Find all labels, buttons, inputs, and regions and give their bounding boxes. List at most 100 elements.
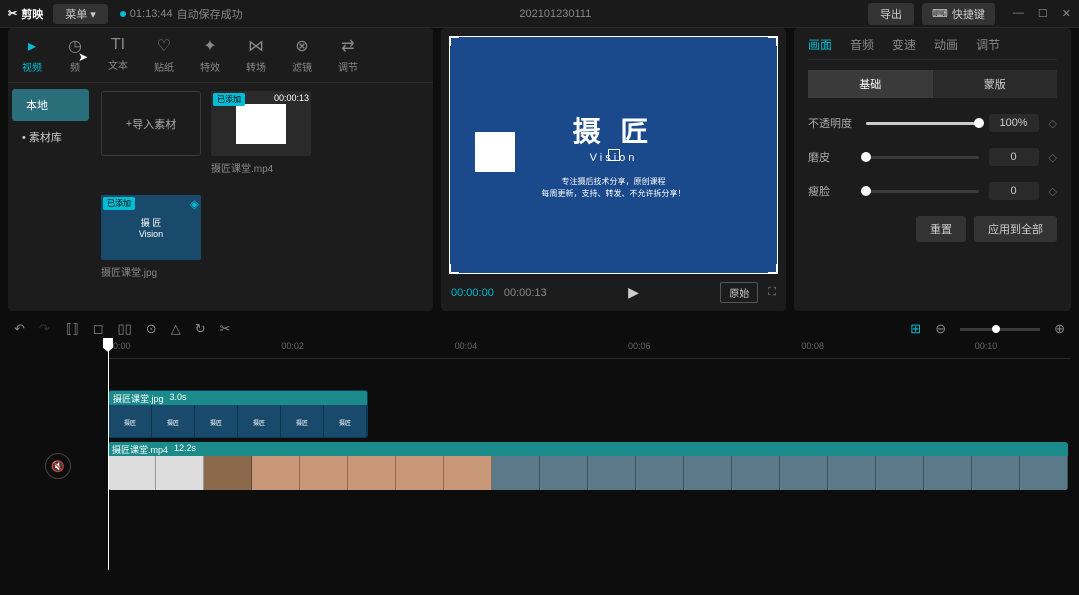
subtab-basic[interactable]: 基础 <box>808 70 933 98</box>
frame-button[interactable]: ▯▯ <box>117 321 131 337</box>
titlebar: ✂ 剪映 菜单 ▾ 01:13:44 自动保存成功 202101230111 导… <box>0 0 1079 28</box>
ruler-mark: 00:04 <box>455 341 478 351</box>
save-status: 01:13:44 自动保存成功 <box>120 6 243 22</box>
clip-image[interactable]: 摄匠课堂.jpg3.0s 摄匠摄匠摄匠摄匠摄匠摄匠 <box>108 390 368 438</box>
ruler-mark: 00:10 <box>975 341 998 351</box>
preview-logo: 摄 匠 <box>573 110 655 150</box>
props-tab-picture[interactable]: 画面 <box>808 36 832 53</box>
tab-video[interactable]: ▸视频 <box>18 34 46 76</box>
mute-button[interactable]: 🔇 <box>45 453 71 479</box>
fullscreen-button[interactable]: ⛶ <box>768 286 776 299</box>
text-icon: TI <box>111 36 125 54</box>
media-sidebar: 本地 • 素材库 <box>8 83 93 311</box>
timeline: ↶ ↷ ⟦⟧ ◻ ▯▯ ⊙ △ ↻ ✂ ⊞ ⊖ ⊕ 00:00 00:02 00… <box>0 311 1079 499</box>
transition-icon: ⋈ <box>248 36 264 56</box>
tab-transition[interactable]: ⋈转场 <box>242 34 270 76</box>
props-tab-audio[interactable]: 音频 <box>850 36 874 53</box>
zoom-in-button[interactable]: ⊕ <box>1054 321 1065 337</box>
added-badge: 已添加 <box>213 93 245 106</box>
face-slider[interactable] <box>866 190 979 193</box>
opacity-value[interactable]: 100% <box>989 114 1039 132</box>
props-tab-speed[interactable]: 变速 <box>892 36 916 53</box>
app-name: 剪映 <box>21 6 43 22</box>
face-label: 瘦脸 <box>808 183 856 199</box>
save-text: 自动保存成功 <box>177 6 243 22</box>
ruler-mark: 00:06 <box>628 341 651 351</box>
apply-all-button[interactable]: 应用到全部 <box>974 216 1057 242</box>
play-button[interactable]: ▶ <box>628 284 639 301</box>
ratio-button[interactable]: 原始 <box>720 282 758 303</box>
filter-icon: ⊗ <box>295 36 308 56</box>
media-item[interactable]: 已添加 ◈ 摄 匠Vision 摄匠课堂.jpg <box>101 195 201 279</box>
crop2-button[interactable]: ✂ <box>220 321 231 337</box>
sidebar-item-library[interactable]: • 素材库 <box>8 121 93 153</box>
tab-sticker[interactable]: ♡贴纸 <box>150 34 178 76</box>
cursor-icon: ➤ <box>78 50 88 64</box>
preview-button[interactable]: ⊙ <box>146 321 157 337</box>
shortcuts-button[interactable]: ⌨ 快捷键 <box>922 3 995 25</box>
ruler-mark: 00:08 <box>801 341 824 351</box>
media-panel: ▸视频 ◷频 TI文本 ♡贴纸 ✦特效 ⋈转场 ⊗滤镜 ⇄调节 本地 • 素材库… <box>8 28 433 311</box>
project-title: 202101230111 <box>243 8 868 20</box>
qr-code <box>475 132 515 172</box>
app-logo: ✂ 剪映 <box>8 6 43 22</box>
crop-button[interactable]: ◻ <box>93 321 104 337</box>
snap-button[interactable]: ⊞ <box>910 321 921 337</box>
media-tabs: ▸视频 ◷频 TI文本 ♡贴纸 ✦特效 ⋈转场 ⊗滤镜 ⇄调节 <box>8 28 433 83</box>
effect-icon: ✦ <box>203 36 216 56</box>
mirror-button[interactable]: △ <box>171 321 181 337</box>
tab-adjust[interactable]: ⇄调节 <box>334 34 362 76</box>
props-tab-animation[interactable]: 动画 <box>934 36 958 53</box>
logo-icon: ✂ <box>8 7 17 20</box>
media-grid: + 导入素材 已添加 00:00:13 摄匠课堂.mp4 已添加 ◈ 摄 匠V <box>93 83 433 311</box>
added-badge: 已添加 <box>103 197 135 210</box>
close-button[interactable]: ✕ <box>1062 7 1071 20</box>
skin-value[interactable]: 0 <box>989 148 1039 166</box>
export-button[interactable]: 导出 <box>868 3 914 25</box>
clip-video[interactable]: 摄匠课堂.mp412.2s <box>108 442 1068 490</box>
preview-viewport[interactable]: 摄 匠 Vision 专注摄后技术分享，原创课程 每周更新，支持、转发、不允许拆… <box>449 36 778 274</box>
keyboard-icon: ⌨ <box>932 7 948 20</box>
sticker-icon: ♡ <box>157 36 171 56</box>
track-row: 🔇 摄匠课堂.mp412.2s <box>8 441 1071 491</box>
subtab-mask[interactable]: 蒙版 <box>933 70 1058 98</box>
tab-text[interactable]: TI文本 <box>104 34 132 76</box>
opacity-label: 不透明度 <box>808 115 856 131</box>
video-icon: ▸ <box>28 36 36 56</box>
rotate-button[interactable]: ↻ <box>195 321 206 337</box>
opacity-stepper[interactable]: ◇ <box>1049 117 1057 130</box>
face-stepper[interactable]: ◇ <box>1049 185 1057 198</box>
image-type-icon: ◈ <box>190 197 199 211</box>
maximize-button[interactable]: ☐ <box>1038 7 1048 20</box>
tab-filter[interactable]: ⊗滤镜 <box>288 34 316 76</box>
preview-text: 专注摄后技术分享，原创课程 每周更新，支持、转发、不允许拆分享！ <box>542 176 686 200</box>
props-tab-adjust[interactable]: 调节 <box>976 36 1000 53</box>
preview-subtitle: Vision <box>590 152 638 164</box>
minimize-button[interactable]: — <box>1013 7 1024 20</box>
properties-panel: 画面 音频 变速 动画 调节 基础 蒙版 不透明度 100% ◇ 磨皮 0 ◇ … <box>794 28 1071 311</box>
skin-stepper[interactable]: ◇ <box>1049 151 1057 164</box>
timeline-ruler[interactable]: 00:00 00:02 00:04 00:06 00:08 00:10 <box>108 341 1071 359</box>
playhead[interactable] <box>108 340 109 570</box>
media-filename: 摄匠课堂.mp4 <box>211 160 311 175</box>
redo-button[interactable]: ↷ <box>39 321 50 337</box>
save-indicator-dot <box>120 11 126 17</box>
split-button[interactable]: ⟦⟧ <box>66 321 79 337</box>
undo-button[interactable]: ↶ <box>14 321 25 337</box>
duration-label: 00:00:13 <box>274 93 309 103</box>
reset-button[interactable]: 重置 <box>916 216 966 242</box>
total-time: 00:00:13 <box>504 287 547 299</box>
media-filename: 摄匠课堂.jpg <box>101 264 201 279</box>
sidebar-item-local[interactable]: 本地 <box>12 89 89 121</box>
menu-button[interactable]: 菜单 ▾ <box>53 4 108 24</box>
import-button[interactable]: + 导入素材 <box>101 91 201 156</box>
track-row: 摄匠课堂.jpg3.0s 摄匠摄匠摄匠摄匠摄匠摄匠 <box>8 389 1071 439</box>
media-item[interactable]: 已添加 00:00:13 摄匠课堂.mp4 <box>211 91 311 175</box>
zoom-out-button[interactable]: ⊖ <box>935 321 946 337</box>
adjust-icon: ⇄ <box>341 36 354 56</box>
face-value[interactable]: 0 <box>989 182 1039 200</box>
opacity-slider[interactable] <box>866 122 979 125</box>
tab-effect[interactable]: ✦特效 <box>196 34 224 76</box>
skin-slider[interactable] <box>866 156 979 159</box>
zoom-slider[interactable] <box>960 328 1040 331</box>
